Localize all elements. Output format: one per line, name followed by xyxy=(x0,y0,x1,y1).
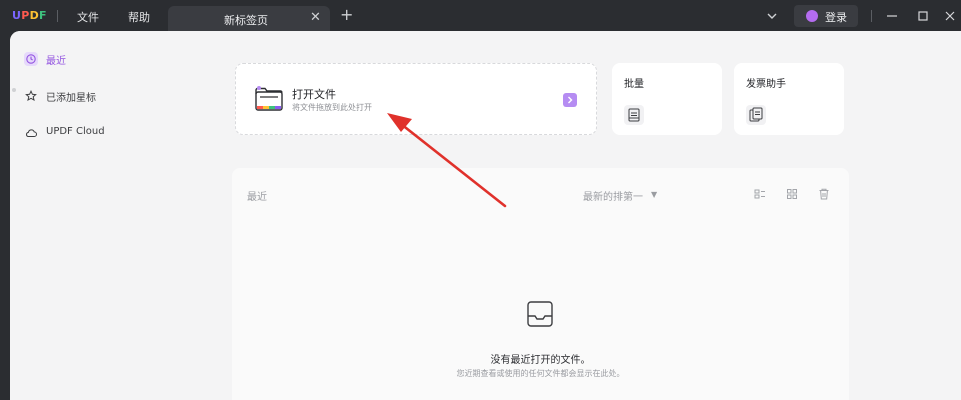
sort-dropdown[interactable]: 最新的排第一 xyxy=(583,188,643,203)
inbox-icon xyxy=(527,301,553,327)
sidebar-item-label: 已添加星标 xyxy=(46,93,96,104)
sidebar-item-label: 最近 xyxy=(46,56,66,67)
invoice-icon xyxy=(746,105,766,125)
sort-caret-icon[interactable]: ▼ xyxy=(651,190,657,199)
sidebar-item-label: UPDF Cloud xyxy=(46,126,105,137)
login-label: 登录 xyxy=(825,11,847,24)
menu-divider xyxy=(57,10,58,22)
cloud-icon xyxy=(26,129,37,137)
open-file-title: 打开文件 xyxy=(292,88,336,101)
title-bar: UPDF 文件 帮助 新标签页 ✕ + 登录 xyxy=(0,0,961,31)
invoice-card-title: 发票助手 xyxy=(746,79,786,90)
chevron-down-icon[interactable] xyxy=(765,9,779,23)
avatar-icon xyxy=(806,10,818,22)
trash-icon[interactable] xyxy=(817,187,831,201)
invoice-card[interactable]: 发票助手 xyxy=(734,63,844,135)
batch-card-title: 批量 xyxy=(624,79,644,90)
recent-title: 最近 xyxy=(247,192,267,203)
tab-close-icon[interactable]: ✕ xyxy=(310,10,321,25)
empty-state-subtitle: 您近期查看或使用的任何文件都会显示在此处。 xyxy=(456,369,625,378)
logo-letter-u: U xyxy=(12,9,22,22)
sidebar: 最近 已添加星标 UPDF Cloud xyxy=(10,31,117,400)
open-file-subtitle: 将文件拖放到此处打开 xyxy=(292,103,372,112)
logo-letter-p: P xyxy=(21,9,30,22)
add-tab-icon[interactable]: + xyxy=(340,7,353,23)
login-button[interactable]: 登录 xyxy=(794,5,858,27)
menu-help[interactable]: 帮助 xyxy=(128,9,150,25)
minimize-icon[interactable] xyxy=(884,8,900,24)
tab-title: 新标签页 xyxy=(224,14,268,27)
app-window: 最近 已添加星标 UPDF Cloud 打开文件 将文件拖放到此处打开 批量 发… xyxy=(10,31,961,400)
close-window-icon[interactable] xyxy=(942,8,958,24)
updf-logo: UPDF xyxy=(12,9,47,22)
batch-card[interactable]: 批量 xyxy=(612,63,722,135)
recent-files-panel: 最近 最新的排第一 ▼ 没有最近打开的文件。 您近期查看或使用的任何文件都会显示… xyxy=(232,168,849,400)
sidebar-item-cloud[interactable]: UPDF Cloud xyxy=(16,120,114,146)
tab-new[interactable]: 新标签页 ✕ xyxy=(168,6,330,31)
maximize-icon[interactable] xyxy=(915,8,931,24)
logo-letter-d: D xyxy=(29,9,40,22)
empty-state-title: 没有最近打开的文件。 xyxy=(490,355,591,366)
logo-letter-f: F xyxy=(39,9,47,22)
open-file-card[interactable]: 打开文件 将文件拖放到此处打开 xyxy=(235,63,597,135)
window-controls-divider xyxy=(871,10,872,22)
sidebar-item-starred[interactable]: 已添加星标 xyxy=(16,83,114,109)
batch-icon xyxy=(624,105,644,125)
list-view-icon[interactable] xyxy=(753,187,767,201)
menu-file[interactable]: 文件 xyxy=(77,9,99,25)
clock-icon xyxy=(24,52,38,66)
star-icon xyxy=(25,89,37,102)
sidebar-item-recent[interactable]: 最近 xyxy=(16,46,114,72)
main-content: 打开文件 将文件拖放到此处打开 批量 发票助手 最近 最新的排第一 ▼ 没有最近… xyxy=(117,31,961,400)
grid-view-icon[interactable] xyxy=(785,187,799,201)
chevron-right-icon[interactable] xyxy=(563,93,577,107)
folder-icon xyxy=(255,86,283,111)
